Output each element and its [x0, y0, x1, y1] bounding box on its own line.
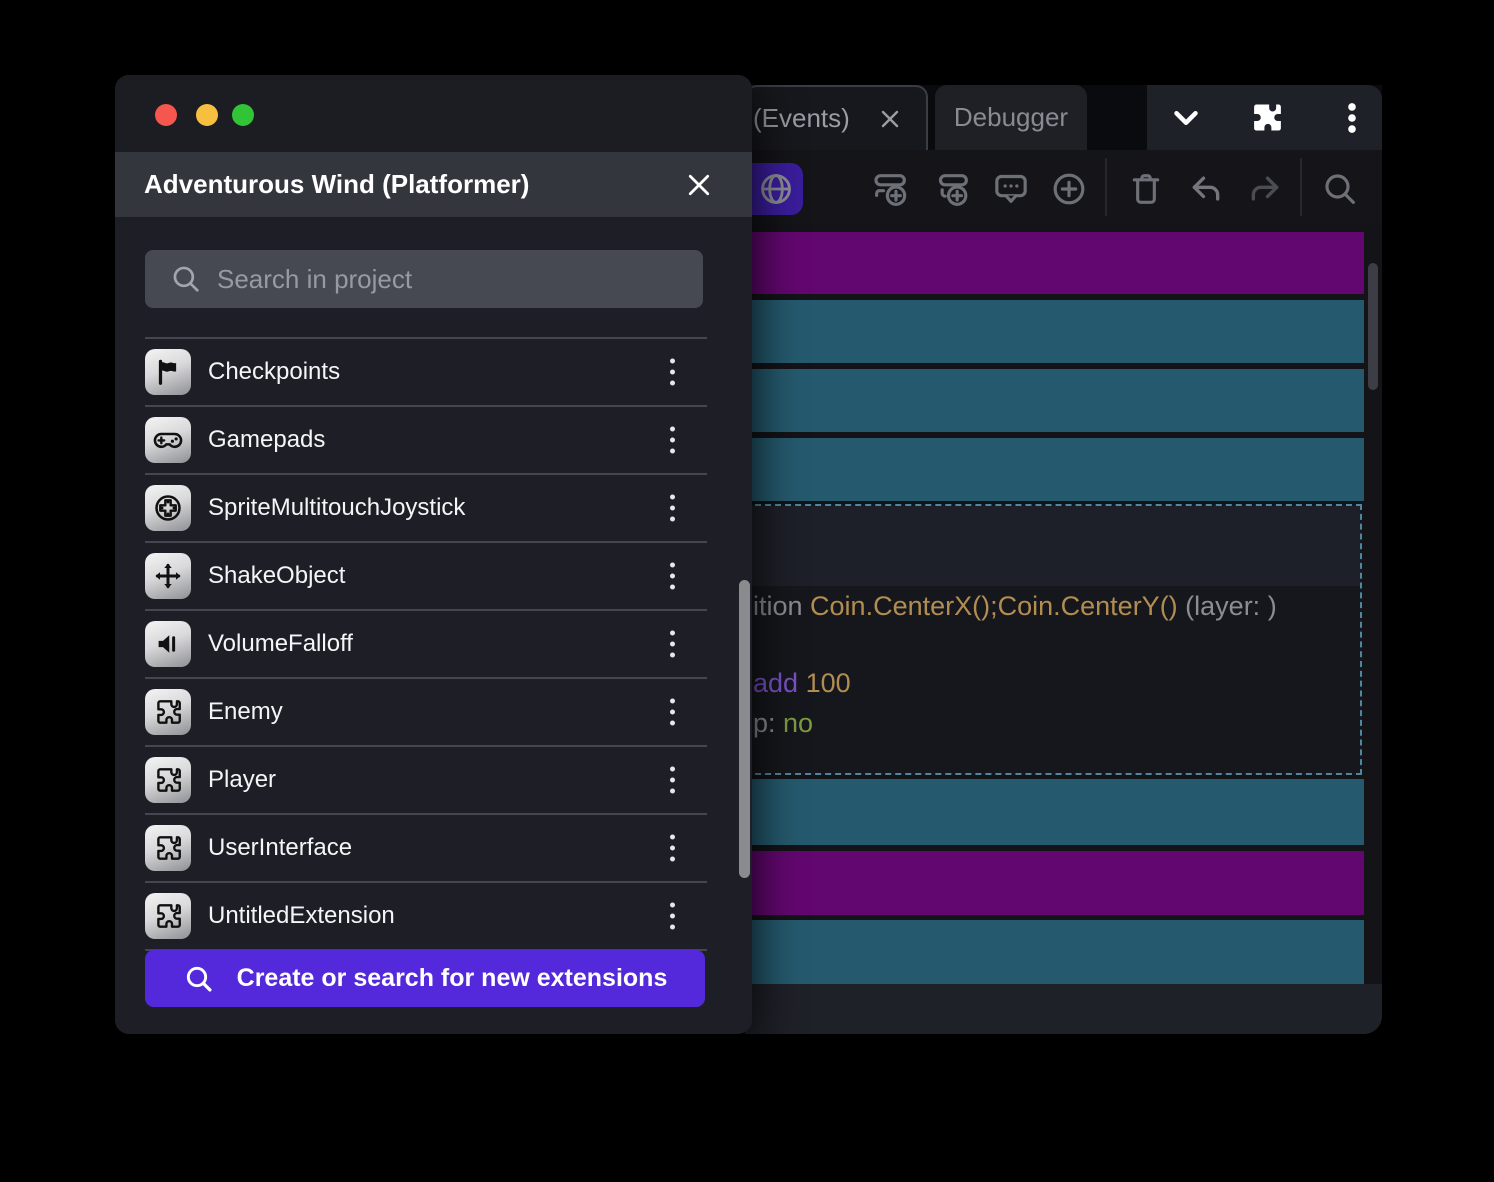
undo-icon[interactable]: [1186, 169, 1226, 209]
minimize-window-button[interactable]: [196, 104, 218, 126]
dialog-titlebar: [115, 75, 752, 152]
events-toolbar: [739, 150, 1382, 225]
kebab-menu-icon[interactable]: [666, 831, 679, 866]
kebab-menu-icon[interactable]: [666, 491, 679, 526]
close-window-button[interactable]: [155, 104, 177, 126]
list-item-label: Gamepads: [208, 426, 326, 453]
toolbar-divider: [1300, 158, 1302, 216]
search-icon: [173, 266, 199, 292]
list-item-label: Enemy: [208, 698, 283, 725]
list-item-gamepads[interactable]: Gamepads: [145, 407, 707, 475]
add-subevent-icon[interactable]: [933, 169, 973, 209]
flag-icon: [145, 349, 191, 395]
kebab-menu-icon[interactable]: [666, 423, 679, 458]
trash-icon[interactable]: [1126, 169, 1166, 209]
gamepad-icon: [145, 417, 191, 463]
kebab-menu-icon[interactable]: [666, 763, 679, 798]
selected-event-block[interactable]: ition Coin.CenterX();Coin.CenterY() (lay…: [745, 504, 1362, 775]
kebab-menu-icon[interactable]: [666, 627, 679, 662]
add-event-icon[interactable]: [871, 169, 911, 209]
add-comment-icon[interactable]: [991, 169, 1031, 209]
events-editor-window: (Events) Debugger ition Coin.CenterX();C…: [739, 85, 1382, 1034]
desktop: (Events) Debugger ition Coin.CenterX();C…: [0, 0, 1494, 1182]
joystick-icon: [145, 485, 191, 531]
dialog-scrollbar[interactable]: [739, 580, 750, 878]
globe-icon: [761, 174, 791, 204]
list-item-label: UserInterface: [208, 834, 353, 861]
redo-icon[interactable]: [1245, 169, 1285, 209]
tab-events[interactable]: (Events): [745, 85, 928, 150]
event-row[interactable]: [745, 369, 1364, 432]
chevron-down-icon[interactable]: [1167, 99, 1205, 137]
event-row[interactable]: [745, 232, 1364, 294]
extensions-puzzle-icon[interactable]: [1247, 99, 1285, 137]
search-box[interactable]: [145, 250, 703, 308]
toolbar-divider: [1105, 158, 1107, 216]
search-icon[interactable]: [1320, 169, 1360, 209]
puzzle-icon: [145, 757, 191, 803]
list-item-volumefalloff[interactable]: VolumeFalloff: [145, 611, 707, 679]
search-icon: [186, 966, 212, 992]
list-item-label: Player: [208, 766, 277, 793]
event-row[interactable]: [745, 438, 1364, 501]
event-row[interactable]: [745, 300, 1364, 363]
zoom-window-button[interactable]: [232, 104, 254, 126]
speaker-icon: [145, 621, 191, 667]
event-row[interactable]: [745, 920, 1364, 984]
events-sheet-footer: [745, 984, 1382, 1034]
events-sheet: ition Coin.CenterX();Coin.CenterY() (lay…: [745, 225, 1382, 984]
create-or-search-extensions-button[interactable]: Create or search for new extensions: [145, 950, 705, 1007]
kebab-menu-icon[interactable]: [1333, 99, 1371, 137]
close-icon[interactable]: [684, 170, 714, 200]
create-button-label: Create or search for new extensions: [236, 964, 668, 992]
event-row[interactable]: [745, 779, 1364, 845]
tab-debugger-label: Debugger: [953, 102, 1069, 132]
kebab-menu-icon[interactable]: [666, 559, 679, 594]
tab-events-label: (Events): [753, 103, 850, 133]
kebab-menu-icon[interactable]: [666, 355, 679, 390]
close-tab-icon[interactable]: [878, 107, 902, 131]
page-title: Adventurous Wind (Platformer): [144, 169, 530, 199]
event-row[interactable]: [745, 851, 1364, 915]
event-action-line[interactable]: ition Coin.CenterX();Coin.CenterY() (lay…: [753, 590, 1277, 622]
events-scrollbar[interactable]: [1368, 263, 1378, 390]
event-condition-area[interactable]: [747, 506, 1360, 586]
list-item-label: SpriteMultitouchJoystick: [208, 494, 466, 521]
list-item-label: ShakeObject: [208, 562, 346, 589]
tab-debugger[interactable]: Debugger: [935, 85, 1087, 150]
dialog-header: Adventurous Wind (Platformer): [115, 152, 752, 217]
list-item-player[interactable]: Player: [145, 747, 707, 815]
extension-list: Checkpoints Gamepads SpriteMultitouchJoy…: [145, 337, 707, 951]
event-action-line[interactable]: add 100: [753, 667, 851, 699]
list-item-shakeobject[interactable]: ShakeObject: [145, 543, 707, 611]
kebab-menu-icon[interactable]: [666, 695, 679, 730]
list-item-userinterface[interactable]: UserInterface: [145, 815, 707, 883]
list-item-label: VolumeFalloff: [208, 630, 353, 657]
list-item-label: Checkpoints: [208, 358, 341, 385]
list-item-spritemultitouchjoystick[interactable]: SpriteMultitouchJoystick: [145, 475, 707, 543]
kebab-menu-icon[interactable]: [666, 899, 679, 934]
list-item-checkpoints[interactable]: Checkpoints: [145, 339, 707, 407]
move-arrows-icon: [145, 553, 191, 599]
add-circle-icon[interactable]: [1049, 169, 1089, 209]
window-controls-panel: [1147, 85, 1382, 150]
project-manager-dialog: Adventurous Wind (Platformer) Checkpoint…: [115, 75, 752, 1034]
puzzle-icon: [145, 893, 191, 939]
list-item-label: UntitledExtension: [208, 902, 395, 929]
list-item-untitledextension[interactable]: UntitledExtension: [145, 883, 707, 951]
puzzle-icon: [145, 689, 191, 735]
event-action-line[interactable]: p: no: [753, 707, 813, 739]
puzzle-icon: [145, 825, 191, 871]
search-input[interactable]: [215, 262, 689, 296]
tab-bar: (Events) Debugger: [745, 85, 1382, 150]
list-item-enemy[interactable]: Enemy: [145, 679, 707, 747]
